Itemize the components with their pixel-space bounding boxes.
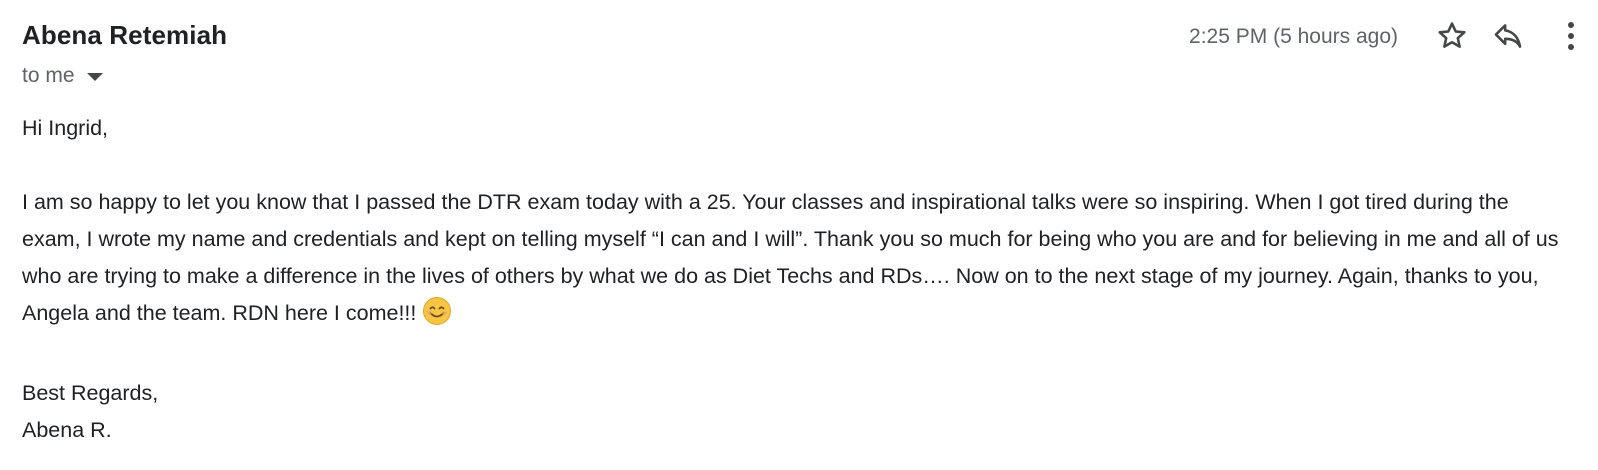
message-actions: 2:25 PM (5 hours ago) <box>1189 16 1576 56</box>
star-icon <box>1438 22 1466 48</box>
sender-name[interactable]: Abena Retemiah <box>22 20 227 51</box>
recipient-details-toggle[interactable]: to me <box>22 64 103 88</box>
reply-icon <box>1494 24 1522 48</box>
star-button[interactable] <box>1424 16 1480 56</box>
caret-down-icon[interactable] <box>86 73 103 81</box>
greeting: Hi Ingrid, <box>22 116 109 140</box>
smiling-face-icon <box>422 296 452 338</box>
email-body: Hi Ingrid, I am so happy to let you know… <box>22 110 1562 449</box>
message-text: I am so happy to let you know that I pas… <box>22 190 1559 325</box>
signoff: Best Regards, <box>22 381 159 405</box>
more-vert-icon <box>1568 22 1574 50</box>
reply-button[interactable] <box>1480 16 1536 56</box>
signature: Abena R. <box>22 418 112 442</box>
more-options-button[interactable] <box>1536 16 1576 56</box>
recipient-label: to me <box>22 64 75 87</box>
message-paragraph: I am so happy to let you know that I pas… <box>22 184 1562 338</box>
timestamp: 2:25 PM (5 hours ago) <box>1189 25 1398 48</box>
email-header: Abena Retemiah to me 2:25 PM (5 hours ag… <box>22 16 1598 96</box>
